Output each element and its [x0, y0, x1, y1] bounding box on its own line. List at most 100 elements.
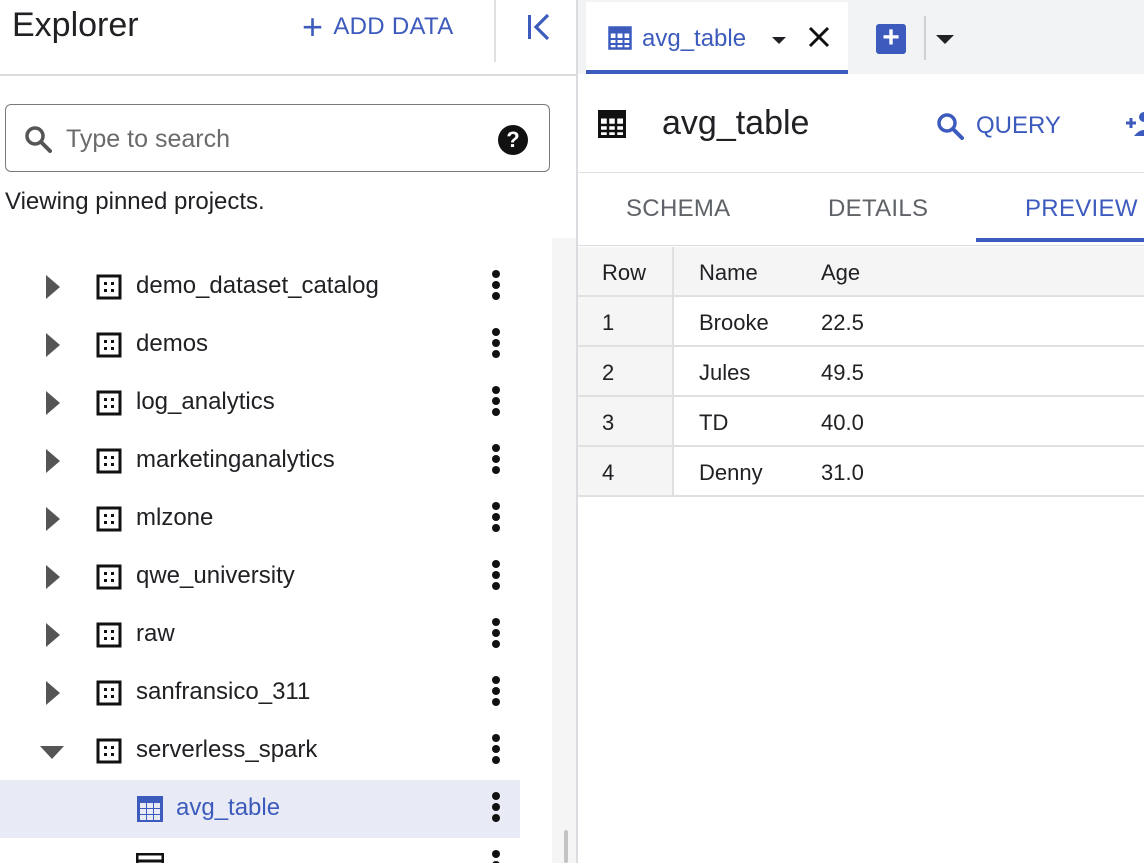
table-cell: Jules [699, 360, 751, 385]
more-options-icon[interactable] [484, 848, 508, 863]
tab-schema[interactable]: SCHEMA [626, 195, 730, 223]
dataset-icon [96, 622, 122, 648]
more-options-icon[interactable] [484, 500, 508, 538]
preview-table: Row Name Age 1 Brooke 22.5 2 Jules 49.5 … [578, 247, 1144, 497]
expand-caret-icon[interactable] [46, 391, 60, 415]
more-options-icon[interactable] [484, 790, 508, 828]
table-cell: 31.0 [821, 460, 864, 485]
tree-item-dataset-expanded[interactable]: serverless_spark [0, 722, 520, 780]
table-cell: 2 [602, 360, 615, 385]
tab-details[interactable]: DETAILS [828, 195, 928, 223]
expand-caret-icon[interactable] [46, 333, 60, 357]
tab-dropdown-icon[interactable] [772, 37, 786, 44]
tab-strip: avg_table + [578, 0, 1144, 74]
tree-scrollbar[interactable] [552, 238, 576, 863]
tree-item-label: mlzone [136, 504, 214, 531]
tree-row-partial[interactable] [0, 238, 520, 248]
collapse-panel-icon[interactable] [522, 10, 556, 44]
active-tab-indicator [976, 238, 1144, 242]
dataset-icon [96, 448, 122, 474]
new-tab-icon[interactable]: + [876, 23, 906, 54]
tree-item-dataset[interactable]: marketinganalytics [0, 432, 520, 490]
tree-item-dataset[interactable]: demos [0, 316, 520, 374]
table-cell: TD [699, 410, 729, 435]
more-tabs-dropdown-icon[interactable] [936, 35, 954, 44]
more-options-icon[interactable] [484, 268, 508, 306]
table-cell: 40.0 [821, 410, 864, 435]
column-header: Row [602, 260, 647, 285]
tree-item-dataset[interactable]: demo_dataset_catalog [0, 258, 520, 316]
table-row: 4 Denny 31.0 [578, 447, 1144, 497]
tree-item-label: demos [136, 330, 209, 357]
table-cell: 4 [602, 460, 615, 485]
dataset-icon [96, 564, 122, 590]
tab-preview[interactable]: PREVIEW [1025, 195, 1138, 223]
search-box: ? [5, 104, 550, 172]
row-number-column-bg [578, 347, 674, 395]
tree-item-dataset[interactable]: qwe_university [0, 548, 520, 606]
more-options-icon[interactable] [484, 384, 508, 422]
expand-caret-icon[interactable] [46, 623, 60, 647]
tab-avg-table[interactable]: avg_table [586, 2, 848, 74]
explorer-panel: Explorer + ADD DATA ? Viewing pinned pro… [0, 0, 576, 863]
search-icon [937, 113, 964, 140]
more-options-icon[interactable] [484, 732, 508, 770]
collapse-caret-icon[interactable] [40, 746, 64, 759]
table-cell: Brooke [699, 310, 769, 335]
table-icon [137, 796, 163, 822]
close-icon[interactable] [806, 24, 832, 50]
table-cell: 49.5 [821, 360, 864, 385]
add-data-button[interactable]: + ADD DATA [302, 6, 454, 47]
expand-caret-icon[interactable] [46, 275, 60, 299]
table-icon [598, 110, 626, 138]
help-icon[interactable]: ? [498, 125, 528, 155]
more-options-icon[interactable] [484, 674, 508, 712]
table-row: 2 Jules 49.5 [578, 347, 1144, 397]
expand-caret-icon[interactable] [46, 565, 60, 589]
viewing-pinned-text: Viewing pinned projects. [5, 188, 265, 215]
tree-item-dataset[interactable]: raw [0, 606, 520, 664]
tab-label: avg_table [642, 25, 747, 52]
table-cell: Denny [699, 460, 763, 485]
row-number-column-bg [578, 297, 674, 345]
more-options-icon[interactable] [484, 326, 508, 364]
dataset-icon [96, 332, 122, 358]
dataset-icon [96, 738, 122, 764]
tree-item-label: raw [136, 620, 175, 647]
expand-caret-icon[interactable] [46, 507, 60, 531]
query-button[interactable]: QUERY [936, 106, 1061, 146]
tree-item-label: avg_table [176, 794, 281, 821]
search-icon [25, 126, 52, 153]
tree-scroll-thumb[interactable] [564, 830, 568, 863]
content-panel: avg_table + avg_table QUERY SCHEMA DETAI… [578, 0, 1144, 863]
expand-caret-icon[interactable] [46, 681, 60, 705]
table-row: 1 Brooke 22.5 [578, 297, 1144, 347]
table-cell: 1 [602, 310, 615, 335]
table-row: 3 TD 40.0 [578, 397, 1144, 447]
dataset-icon [96, 680, 122, 706]
dataset-icon [96, 390, 122, 416]
page-title: avg_table [662, 104, 810, 142]
tree-item-dataset[interactable]: log_analytics [0, 374, 520, 432]
search-input[interactable] [64, 119, 488, 159]
query-label: QUERY [976, 112, 1061, 139]
more-options-icon[interactable] [484, 558, 508, 596]
tree-item-dataset[interactable]: mlzone [0, 490, 520, 548]
column-header: Age [821, 260, 861, 285]
tree-item-label: sanfransico_311 [136, 678, 311, 705]
tree-item-label: demo_dataset_catalog [136, 272, 379, 299]
plus-icon: + [302, 6, 324, 47]
more-options-icon[interactable] [484, 616, 508, 654]
expand-caret-icon[interactable] [46, 449, 60, 473]
dataset-icon [96, 506, 122, 532]
header-divider [494, 0, 496, 62]
explorer-title: Explorer [12, 6, 139, 44]
tree-item-table-selected[interactable]: avg_table [0, 780, 520, 838]
tree-row-partial[interactable] [0, 838, 520, 863]
tree-item-dataset[interactable]: sanfransico_311 [0, 664, 520, 722]
tab-divider [924, 16, 926, 60]
share-icon[interactable] [1122, 108, 1144, 138]
table-cell: 3 [602, 410, 615, 435]
more-options-icon[interactable] [484, 442, 508, 480]
table-icon [608, 26, 632, 50]
